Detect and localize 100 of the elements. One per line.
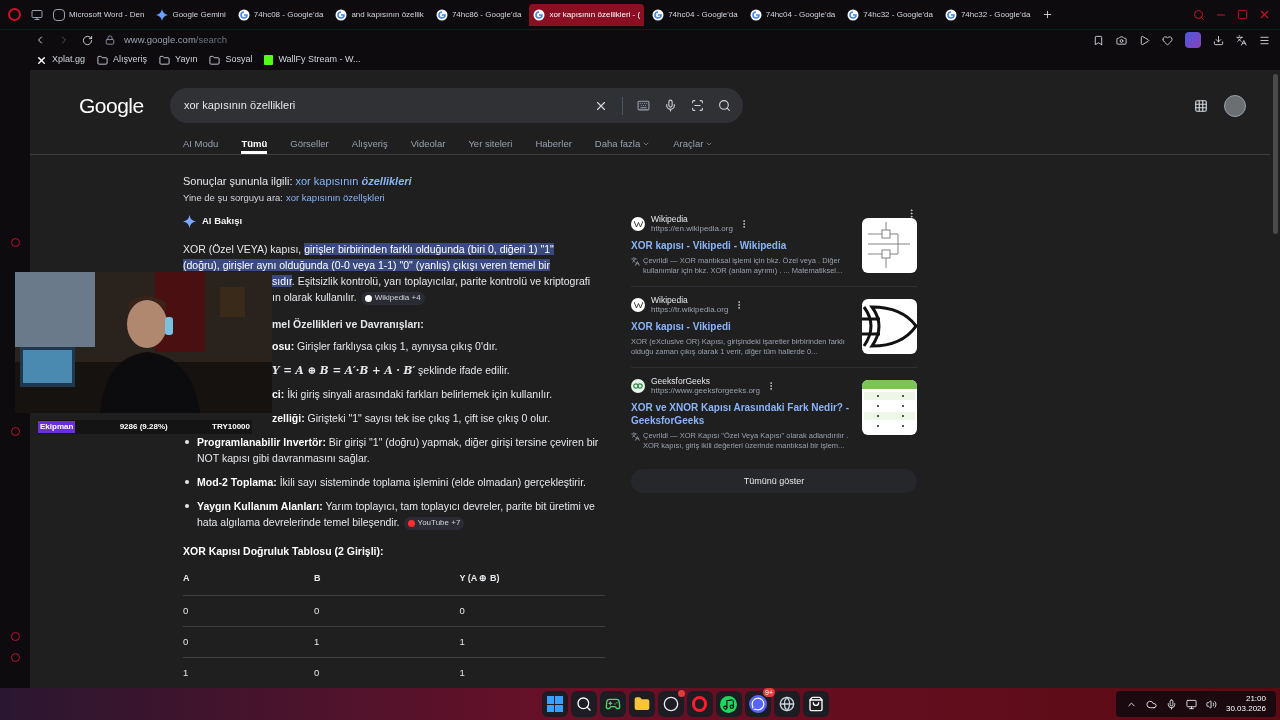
site-logo-icon xyxy=(631,379,645,394)
bookmark-item[interactable]: Sosyal xyxy=(209,53,253,67)
table-cell-text: 0 xyxy=(313,603,321,618)
heart-icon[interactable] xyxy=(1162,34,1173,46)
bookmark-item[interactable]: Xplat.gg xyxy=(36,53,86,67)
ai-overview-title: AI Bakışı xyxy=(202,214,243,229)
browser-tab[interactable]: 74hc04 - Google'da xyxy=(648,3,742,26)
chat-icon xyxy=(748,695,767,713)
browser-tab[interactable]: xor kapısının özellikleri - ( xyxy=(529,3,645,26)
search-icon[interactable] xyxy=(718,99,731,112)
bookmark-item[interactable]: Yayın xyxy=(159,53,198,67)
download-icon[interactable] xyxy=(1213,34,1224,46)
taskbar-app[interactable] xyxy=(570,691,597,717)
scrollbar-thumb[interactable] xyxy=(1272,74,1278,234)
taskbar-app[interactable] xyxy=(628,691,655,717)
taskbar-app[interactable] xyxy=(599,691,626,717)
show-all-button[interactable]: Tümünü göster xyxy=(631,469,917,494)
browser-tab[interactable]: 74hc32 - Google'da xyxy=(940,3,1035,26)
search-tab[interactable]: Daha fazla xyxy=(594,137,651,155)
overview-bullet-text: Mod-2 Toplama: İkili sayı sisteminde toplama işlemini (elde olmadan) gerçekleştirir. xyxy=(197,475,587,491)
cross-logo-icon xyxy=(36,54,47,66)
column-header: Y (A ⊕ B) xyxy=(459,572,501,585)
taskbar-app[interactable] xyxy=(715,691,742,717)
taskbar-app[interactable] xyxy=(657,691,684,717)
result-title-link[interactable]: XOR ve XNOR Kapısı Arasındaki Fark Nedir? - GeeksforGeeks xyxy=(631,401,854,428)
document-icon xyxy=(53,8,65,21)
stream-logo-icon xyxy=(264,55,274,65)
keyboard-icon[interactable] xyxy=(637,99,650,112)
table-cell-text: 0 xyxy=(313,665,321,680)
search-tab[interactable]: Haberler xyxy=(535,137,572,155)
snapshot-icon[interactable] xyxy=(1116,34,1127,46)
reload-icon[interactable] xyxy=(82,34,93,46)
taskbar-app[interactable] xyxy=(802,691,829,717)
volume-icon[interactable] xyxy=(1205,698,1217,710)
bookmark-item[interactable]: WallFy Stream - W... xyxy=(264,53,361,67)
result-title-link[interactable]: XOR kapısı - Vikipedi - Wikipedia xyxy=(631,239,854,253)
clock-time[interactable]: 21:00 xyxy=(1245,694,1266,704)
search-tab[interactable]: Görseller xyxy=(290,137,329,155)
search-tab[interactable]: AI Modu xyxy=(183,137,219,155)
overview-bullet-text: Programlanabilir Invertör: Bir girişi "1" (doğru) yapmak, diğer girişi tersine çeviren bir NOT kapısı gibi davranmasını sağlar. xyxy=(197,435,600,467)
bookmark-item[interactable]: Alışveriş xyxy=(97,53,148,67)
result-title-link[interactable]: XOR kapısı - Vikipedi xyxy=(631,320,854,334)
browser-tab[interactable]: Google Gemini xyxy=(152,3,230,26)
translate-icon[interactable] xyxy=(1236,34,1247,46)
microphone-icon[interactable] xyxy=(1165,698,1177,710)
overview-bullet-text: ci: İki giriş sinyali arasındaki farkları belirlemek için kullanılır. xyxy=(272,387,553,403)
tab-overview-icon[interactable] xyxy=(31,8,43,21)
gamepad-icon xyxy=(604,696,621,712)
camera-search-icon[interactable] xyxy=(691,99,704,112)
bookmark-icon[interactable] xyxy=(1093,34,1104,46)
account-avatar[interactable] xyxy=(1224,94,1246,117)
search-tab[interactable]: Alışveriş xyxy=(351,137,388,155)
browser-tab[interactable]: 74hc32 - Google'da xyxy=(843,3,937,26)
wikipedia-icon xyxy=(631,217,645,232)
wikipedia-icon xyxy=(631,298,645,313)
menu-icon[interactable] xyxy=(1259,34,1270,46)
browser-tab[interactable]: 74hc04 - Google'da xyxy=(745,3,840,26)
source-chip[interactable]: Wikipedia +4 xyxy=(360,291,425,305)
cloud-icon[interactable] xyxy=(1145,698,1157,710)
site-url: https://tr.wikipedia.org xyxy=(651,305,729,316)
circuit-thumbnail-drawing xyxy=(862,218,917,274)
maximize-icon[interactable] xyxy=(1237,9,1248,20)
search-instead-label: Yine de şu sorguyu ara: xyxy=(183,191,283,205)
browser-tab[interactable]: 74hc86 - Google'da xyxy=(431,3,526,26)
profile-avatar[interactable] xyxy=(1185,32,1201,48)
search-tab[interactable]: Tümü xyxy=(241,137,268,155)
site-name: Wikipedia xyxy=(651,214,689,225)
table-thumbnail-drawing xyxy=(862,380,917,436)
network-icon[interactable] xyxy=(1185,698,1197,710)
google-logo[interactable]: Google xyxy=(79,89,170,122)
source-icon xyxy=(364,294,372,302)
site-url: https://www.geeksforgeeks.org xyxy=(651,386,760,397)
browser-tab[interactable]: and kapısının özellik xyxy=(331,3,428,26)
play-icon[interactable] xyxy=(1139,34,1150,46)
search-tab[interactable]: Yer siteleri xyxy=(468,137,513,155)
folder-icon xyxy=(97,54,109,66)
clock-date[interactable]: 30.03.2026 xyxy=(1225,704,1266,714)
sparkle-icon xyxy=(183,214,196,228)
search-tab[interactable]: Videolar xyxy=(410,137,446,155)
original-query-link[interactable]: xor kapısının özellşkleri xyxy=(286,191,385,205)
browser-tab[interactable]: 74hc08 - Google'da xyxy=(233,3,328,26)
folder-icon xyxy=(209,54,221,66)
table-cell-text: 1 xyxy=(459,634,466,649)
address-field[interactable]: www.google.com/search xyxy=(124,32,227,48)
search-tab[interactable]: Araçlar xyxy=(673,137,714,155)
browser-tab[interactable]: Microsoft Word - Den xyxy=(49,3,149,26)
close-icon[interactable] xyxy=(1258,8,1271,21)
windows-logo-icon xyxy=(546,696,563,712)
new-tab-icon[interactable] xyxy=(1042,9,1054,20)
search-field[interactable]: xor kapısının özellikleri xyxy=(170,88,743,123)
taskbar-app[interactable] xyxy=(773,691,800,717)
source-chip[interactable]: YouTube +7 xyxy=(403,516,465,530)
apps-icon[interactable] xyxy=(1194,98,1208,113)
corrected-query-link[interactable]: xor kapısının özellikleri xyxy=(295,174,412,189)
correction-label: Sonuçlar şununla ilgili: xyxy=(183,174,293,189)
microphone-icon[interactable] xyxy=(664,99,677,112)
opera-logo-icon[interactable] xyxy=(8,8,21,21)
taskbar-app[interactable] xyxy=(541,691,568,717)
table-title: XOR Kapısı Doğruluk Tablosu (2 Girişli): xyxy=(183,544,385,560)
bag-icon xyxy=(807,696,824,712)
